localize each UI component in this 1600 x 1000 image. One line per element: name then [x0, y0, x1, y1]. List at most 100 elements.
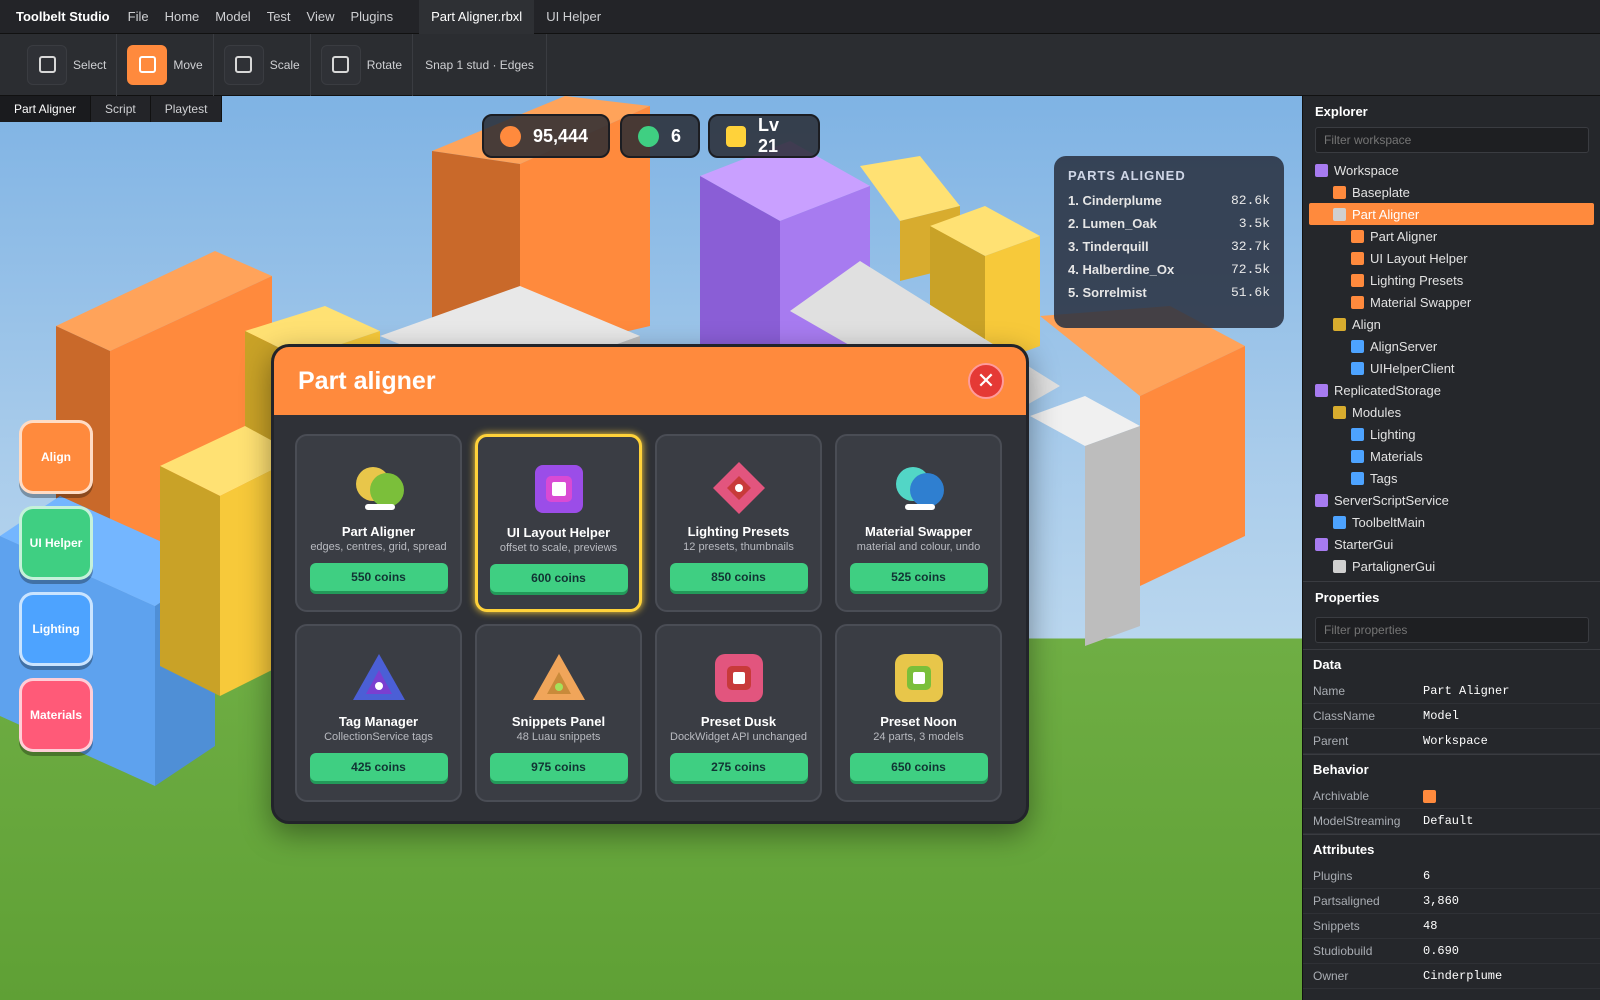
property-row[interactable]: Archivable [1303, 784, 1600, 809]
tree-item-uihelperclient[interactable]: UIHelperClient [1303, 357, 1600, 379]
property-row[interactable]: Parent Workspace [1303, 729, 1600, 754]
plugin-card[interactable]: UI Layout Helper offset to scale, previe… [475, 434, 642, 612]
menu-model[interactable]: Model [207, 9, 258, 24]
plugin-card[interactable]: Lighting Presets 12 presets, thumbnails … [655, 434, 822, 612]
tree-item-ui-layout-helper[interactable]: UI Layout Helper [1303, 247, 1600, 269]
tree-item-lighting[interactable]: Lighting [1303, 423, 1600, 445]
property-value[interactable]: Part Aligner [1423, 684, 1509, 698]
tab-playtest[interactable]: Playtest [151, 96, 223, 122]
property-value[interactable]: Cinderplume [1423, 969, 1502, 983]
explorer-filter-input[interactable] [1315, 127, 1589, 153]
property-value[interactable]: Workspace [1423, 734, 1488, 748]
file-tab-part-aligner[interactable]: Part Aligner.rbxl [419, 0, 535, 34]
plugin-card[interactable]: Part Aligner edges, centres, grid, sprea… [295, 434, 462, 612]
tree-item-partalignergui[interactable]: PartalignerGui [1303, 555, 1600, 577]
materials-button[interactable]: Materials [19, 678, 93, 752]
tree-item-label: Part Aligner [1352, 206, 1420, 222]
leaderboard-value: 3.5k [1238, 216, 1270, 231]
plugin-card[interactable]: Tag Manager CollectionService tags 425 c… [295, 624, 462, 802]
part-aligner-modal: Part aligner ✕ Part Aligner edges, centr… [271, 344, 1029, 824]
menu-view[interactable]: View [299, 9, 343, 24]
script-icon [1351, 339, 1364, 353]
move-tool[interactable]: Move [127, 33, 214, 96]
plugin-subtitle: edges, centres, grid, spread [310, 541, 447, 553]
property-row[interactable]: Plugins 6 [1303, 864, 1600, 889]
property-key: Parent [1313, 734, 1349, 748]
plugin-card[interactable]: Snippets Panel 48 Luau snippets 975 coin… [475, 624, 642, 802]
scale-icon[interactable] [223, 44, 264, 85]
property-value[interactable]: 0.690 [1423, 944, 1459, 958]
buy-button[interactable]: 550 coins [309, 563, 448, 591]
tree-item-align[interactable]: Align [1303, 313, 1600, 335]
rotate-tool[interactable]: Rotate [320, 33, 414, 96]
data-section-header: Data [1303, 649, 1600, 679]
plugin-card[interactable]: Material Swapper material and colour, un… [835, 434, 1002, 612]
menu-test[interactable]: Test [259, 9, 299, 24]
menu-file[interactable]: File [120, 9, 157, 24]
viewport[interactable]: Part Aligner Script Playtest 95,444 6 Lv… [0, 96, 1302, 1000]
property-value[interactable]: 6 [1423, 869, 1430, 883]
tree-item-part-aligner[interactable]: Part Aligner [1303, 225, 1600, 247]
tree-item-tags[interactable]: Tags [1303, 467, 1600, 489]
buy-button[interactable]: 850 coins [669, 563, 808, 591]
tree-item-label: Lighting Presets [1370, 272, 1464, 288]
property-row[interactable]: Studiobuild 0.690 [1303, 939, 1600, 964]
properties-filter-input[interactable] [1315, 617, 1589, 643]
property-row[interactable]: Name Part Aligner [1303, 679, 1600, 704]
gems-counter: 6 [620, 114, 700, 158]
scale-tool[interactable]: Scale [223, 33, 311, 96]
tree-item-label: Materials [1370, 448, 1423, 464]
tree-item-alignserver[interactable]: AlignServer [1303, 335, 1600, 357]
property-row[interactable]: ModelStreaming Default [1303, 809, 1600, 834]
buy-button[interactable]: 600 coins [489, 564, 628, 592]
property-value[interactable]: 48 [1423, 919, 1437, 933]
tree-item-baseplate[interactable]: Baseplate [1303, 181, 1600, 203]
property-row[interactable]: ClassName Model [1303, 704, 1600, 729]
property-value[interactable]: Default [1423, 814, 1473, 828]
plugin-subtitle: 24 parts, 3 models [873, 731, 964, 743]
buy-button[interactable]: 275 coins [669, 753, 808, 781]
buy-button[interactable]: 525 coins [849, 563, 988, 591]
plugin-card[interactable]: Preset Noon 24 parts, 3 models 650 coins [835, 624, 1002, 802]
align-button[interactable]: Align [19, 420, 93, 494]
lighting-button[interactable]: Lighting [19, 592, 93, 666]
property-key: Plugins [1313, 869, 1353, 883]
tree-item-label: UIHelperClient [1370, 360, 1455, 376]
tree-item-replicatedstorage[interactable]: ReplicatedStorage [1303, 379, 1600, 401]
tree-item-toolbeltmain[interactable]: ToolbeltMain [1303, 511, 1600, 533]
tab-part-aligner[interactable]: Part Aligner [0, 96, 92, 122]
tree-item-workspace[interactable]: Workspace [1303, 159, 1600, 181]
tree-item-modules[interactable]: Modules [1303, 401, 1600, 423]
property-key: Owner [1313, 969, 1349, 983]
property-row[interactable]: Partsaligned 3,860 [1303, 889, 1600, 914]
move-label: Move [173, 57, 203, 72]
ui-helper-button[interactable]: UI Helper [19, 506, 93, 580]
tree-item-startergui[interactable]: StarterGui [1303, 533, 1600, 555]
buy-button[interactable]: 650 coins [849, 753, 988, 781]
menu-home[interactable]: Home [157, 9, 208, 24]
tree-item-material-swapper[interactable]: Material Swapper [1303, 291, 1600, 313]
modal-header: Part aligner ✕ [274, 347, 1026, 415]
property-key: Name [1313, 684, 1346, 698]
archivable-checkbox[interactable] [1423, 789, 1436, 803]
snap-setting[interactable]: Snap 1 stud · Edges [423, 33, 547, 96]
buy-button[interactable]: 975 coins [489, 753, 628, 781]
tree-item-materials[interactable]: Materials [1303, 445, 1600, 467]
tree-item-lighting-presets[interactable]: Lighting Presets [1303, 269, 1600, 291]
plugin-card[interactable]: Preset Dusk DockWidget API unchanged 275… [655, 624, 822, 802]
property-row[interactable]: Snippets 48 [1303, 914, 1600, 939]
property-row[interactable]: Owner Cinderplume [1303, 964, 1600, 989]
close-icon[interactable]: ✕ [968, 363, 1004, 399]
tree-item-part-aligner-model[interactable]: Part Aligner [1309, 203, 1594, 225]
tree-item-label: Workspace [1334, 162, 1399, 178]
tab-script[interactable]: Script [91, 96, 151, 122]
tree-item-serverscriptservice[interactable]: ServerScriptService [1303, 489, 1600, 511]
select-icon[interactable] [27, 44, 67, 85]
property-value[interactable]: 3,860 [1423, 894, 1459, 908]
file-tab-ui-helper[interactable]: UI Helper [534, 0, 613, 34]
rotate-icon[interactable] [320, 44, 361, 85]
menu-plugins[interactable]: Plugins [343, 9, 402, 24]
move-icon[interactable] [127, 44, 168, 85]
buy-button[interactable]: 425 coins [309, 753, 448, 781]
select-tool[interactable]: Select [27, 33, 118, 96]
